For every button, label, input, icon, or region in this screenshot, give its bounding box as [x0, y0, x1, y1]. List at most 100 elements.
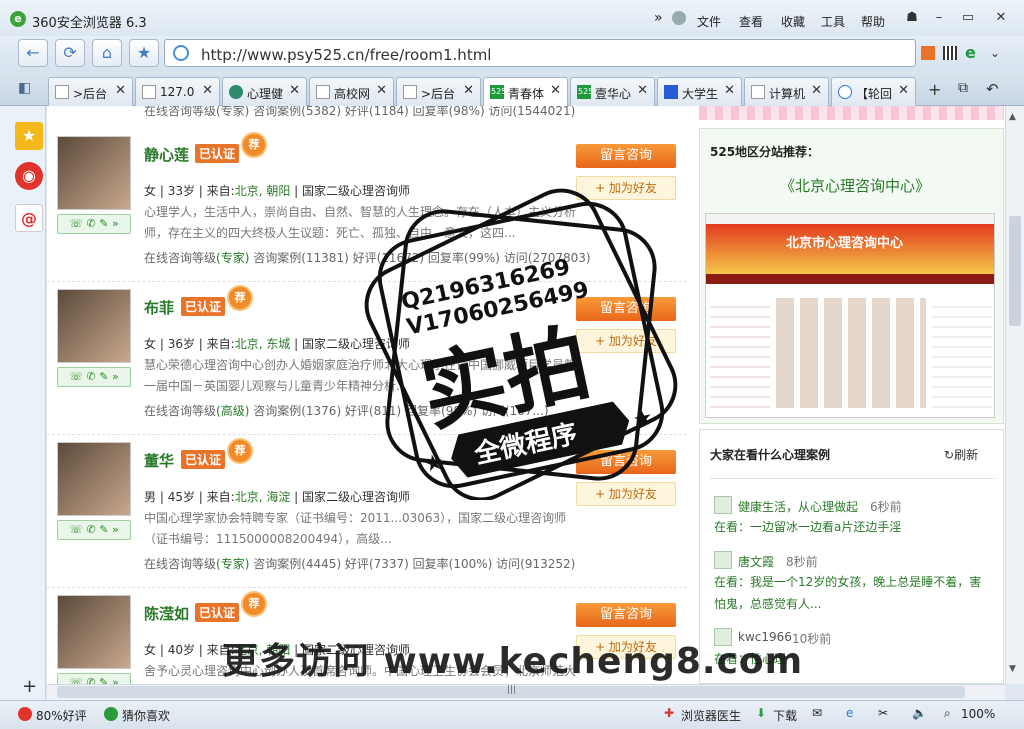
- close-tab-icon[interactable]: ✕: [463, 83, 474, 98]
- close-tab-icon[interactable]: ✕: [289, 83, 300, 98]
- rating-text[interactable]: 80%好评: [36, 707, 87, 724]
- ie-status-icon[interactable]: e: [846, 706, 853, 720]
- consultant-photo[interactable]: [57, 595, 131, 669]
- tab-8[interactable]: 大学生 ✕: [657, 77, 742, 106]
- menu-tools[interactable]: 工具: [821, 13, 845, 30]
- center-link[interactable]: 《北京心理咨询中心》: [780, 175, 930, 196]
- consultant-photo[interactable]: [57, 136, 131, 210]
- feed-text[interactable]: 在看：一边留冰一边看a片还边手淫: [714, 516, 994, 538]
- close-tab-icon[interactable]: ✕: [811, 83, 822, 98]
- thumb-banner-title: 北京市心理咨询中心: [786, 236, 904, 251]
- contact-icons[interactable]: ☏ ✆ ✎ »: [57, 673, 131, 684]
- leave-message-button[interactable]: 留言咨询: [576, 297, 676, 321]
- contact-icons[interactable]: ☏ ✆ ✎ »: [57, 520, 131, 540]
- tab-label: 大学生: [682, 87, 719, 101]
- browser-doctor-text[interactable]: 浏览器医生: [681, 707, 741, 724]
- chat-icon[interactable]: ✉: [812, 706, 822, 720]
- tab-6-active[interactable]: 525 青春体 ✕: [483, 77, 568, 107]
- consultant-photo[interactable]: [57, 442, 131, 516]
- favorites-star-icon[interactable]: ★: [15, 122, 43, 150]
- skin-icon[interactable]: ☗: [899, 8, 925, 28]
- screenshot-icon[interactable]: ✂: [878, 706, 888, 720]
- refresh-link[interactable]: ↻刷新: [944, 446, 978, 463]
- add-friend-button[interactable]: + 加为好友: [576, 482, 676, 506]
- scroll-thumb[interactable]: [1009, 216, 1021, 326]
- mail-icon[interactable]: @: [15, 204, 43, 232]
- thumb-sidebar: [932, 298, 992, 408]
- tab-10[interactable]: 【轮回 ✕: [831, 77, 916, 106]
- ie-mode-icon[interactable]: e: [965, 43, 976, 62]
- download-text[interactable]: 下载: [773, 707, 797, 724]
- favorite-button[interactable]: ★: [129, 39, 159, 67]
- menu-file[interactable]: 文件: [697, 13, 721, 30]
- feed-text[interactable]: 在看：我是一个12岁的女孩，晚上总是睡不着，害怕鬼，总感觉有人...: [714, 571, 989, 615]
- new-tab-icon[interactable]: +: [928, 80, 941, 99]
- status-bar: 80%好评 猜你喜欢 ✚ 浏览器医生 ⬇ 下载 ✉ e ✂ 🔈 ⌕ 100%: [0, 700, 1024, 729]
- contact-icons[interactable]: ☏ ✆ ✎ »: [57, 367, 131, 387]
- back-button[interactable]: ←: [18, 39, 48, 67]
- consultant-name[interactable]: 董华: [144, 450, 174, 471]
- guess-like-text[interactable]: 猜你喜欢: [122, 707, 170, 724]
- close-window-button[interactable]: ✕: [988, 8, 1014, 28]
- close-tab-icon[interactable]: ✕: [724, 83, 735, 98]
- leave-message-button[interactable]: 留言咨询: [576, 450, 676, 474]
- tab-restore-icon[interactable]: ⧉: [958, 80, 968, 96]
- close-tab-icon[interactable]: ✕: [637, 83, 648, 98]
- menu-favorites[interactable]: 收藏: [781, 13, 805, 30]
- zoom-icon[interactable]: ⌕: [944, 706, 951, 721]
- user-avatar-icon[interactable]: [714, 551, 732, 569]
- vertical-scrollbar[interactable]: ▲ ▼: [1005, 106, 1024, 684]
- address-dropdown-icon[interactable]: ⌄: [990, 46, 1000, 60]
- menu-help[interactable]: 帮助: [861, 13, 885, 30]
- refresh-button[interactable]: ⟳: [55, 39, 85, 67]
- close-tab-icon[interactable]: ✕: [376, 83, 387, 98]
- horizontal-scrollbar[interactable]: |||: [47, 684, 1005, 700]
- feed-user[interactable]: 健康生活，从心理做起: [738, 498, 858, 515]
- add-sidebar-icon[interactable]: +: [22, 676, 37, 697]
- tab-5[interactable]: >后台 ✕: [396, 77, 481, 106]
- consultant-name[interactable]: 静心莲: [144, 144, 189, 165]
- volume-icon[interactable]: 🔈: [912, 706, 927, 720]
- leave-message-button[interactable]: 留言咨询: [576, 603, 676, 627]
- user-avatar-icon[interactable]: [714, 496, 732, 514]
- consultant-name[interactable]: 陈滢如: [144, 603, 189, 624]
- scroll-down-icon[interactable]: ▼: [1009, 664, 1016, 674]
- weibo-icon[interactable]: ◉: [15, 162, 43, 190]
- minimize-button[interactable]: –: [926, 8, 952, 28]
- zoom-level[interactable]: 100%: [961, 707, 995, 721]
- feed-user[interactable]: 唐文霞: [738, 553, 774, 570]
- leave-message-button[interactable]: 留言咨询: [576, 144, 676, 168]
- consultant-photo[interactable]: [57, 289, 131, 363]
- address-bar[interactable]: http://www.psy525.cn/free/room1.html e: [164, 39, 976, 67]
- center-thumbnail[interactable]: 北京市心理咨询中心: [705, 213, 995, 418]
- reader-icon[interactable]: [921, 46, 935, 60]
- tab-label: 高校网: [334, 87, 371, 101]
- tab-3[interactable]: 心理健 ✕: [222, 77, 307, 106]
- tab-9[interactable]: 计算机 ✕: [744, 77, 829, 106]
- add-friend-button[interactable]: + 加为好友: [576, 176, 676, 200]
- contact-icons[interactable]: ☏ ✆ ✎ »: [57, 214, 131, 234]
- add-friend-button[interactable]: + 加为好友: [576, 329, 676, 353]
- user-avatar-icon[interactable]: [672, 11, 686, 25]
- close-tab-icon[interactable]: ✕: [115, 83, 126, 98]
- qrcode-icon[interactable]: [943, 46, 957, 60]
- consultant-info: 男 | 45岁 | 来自:北京, 海淀 | 国家二级心理咨询师: [144, 490, 411, 504]
- close-tab-icon[interactable]: ✕: [202, 83, 213, 98]
- tab-2[interactable]: 127.0 ✕: [135, 77, 220, 106]
- tab-4[interactable]: 高校网 ✕: [309, 77, 394, 106]
- tab-1[interactable]: >后台 ✕: [48, 77, 133, 106]
- title-bar: e 360安全浏览器 6.3 » 文件 查看 收藏 工具 帮助 ☗ – ▭ ✕: [0, 0, 1024, 36]
- undo-close-icon[interactable]: ↶: [986, 80, 999, 98]
- menu-view[interactable]: 查看: [739, 13, 763, 30]
- maximize-button[interactable]: ▭: [955, 8, 981, 28]
- close-tab-icon[interactable]: ✕: [898, 83, 909, 98]
- home-button[interactable]: ⌂: [92, 39, 122, 67]
- scroll-up-icon[interactable]: ▲: [1009, 112, 1016, 122]
- tab-7[interactable]: 525 壹华心 ✕: [570, 77, 655, 106]
- close-tab-icon[interactable]: ✕: [550, 83, 561, 98]
- decorative-strip: [699, 106, 1004, 120]
- tab-list-icon[interactable]: ◧: [18, 80, 31, 96]
- url-text[interactable]: http://www.psy525.cn/free/room1.html: [201, 46, 491, 64]
- consultant-name[interactable]: 布菲: [144, 297, 174, 318]
- expand-menu-icon[interactable]: »: [654, 10, 663, 26]
